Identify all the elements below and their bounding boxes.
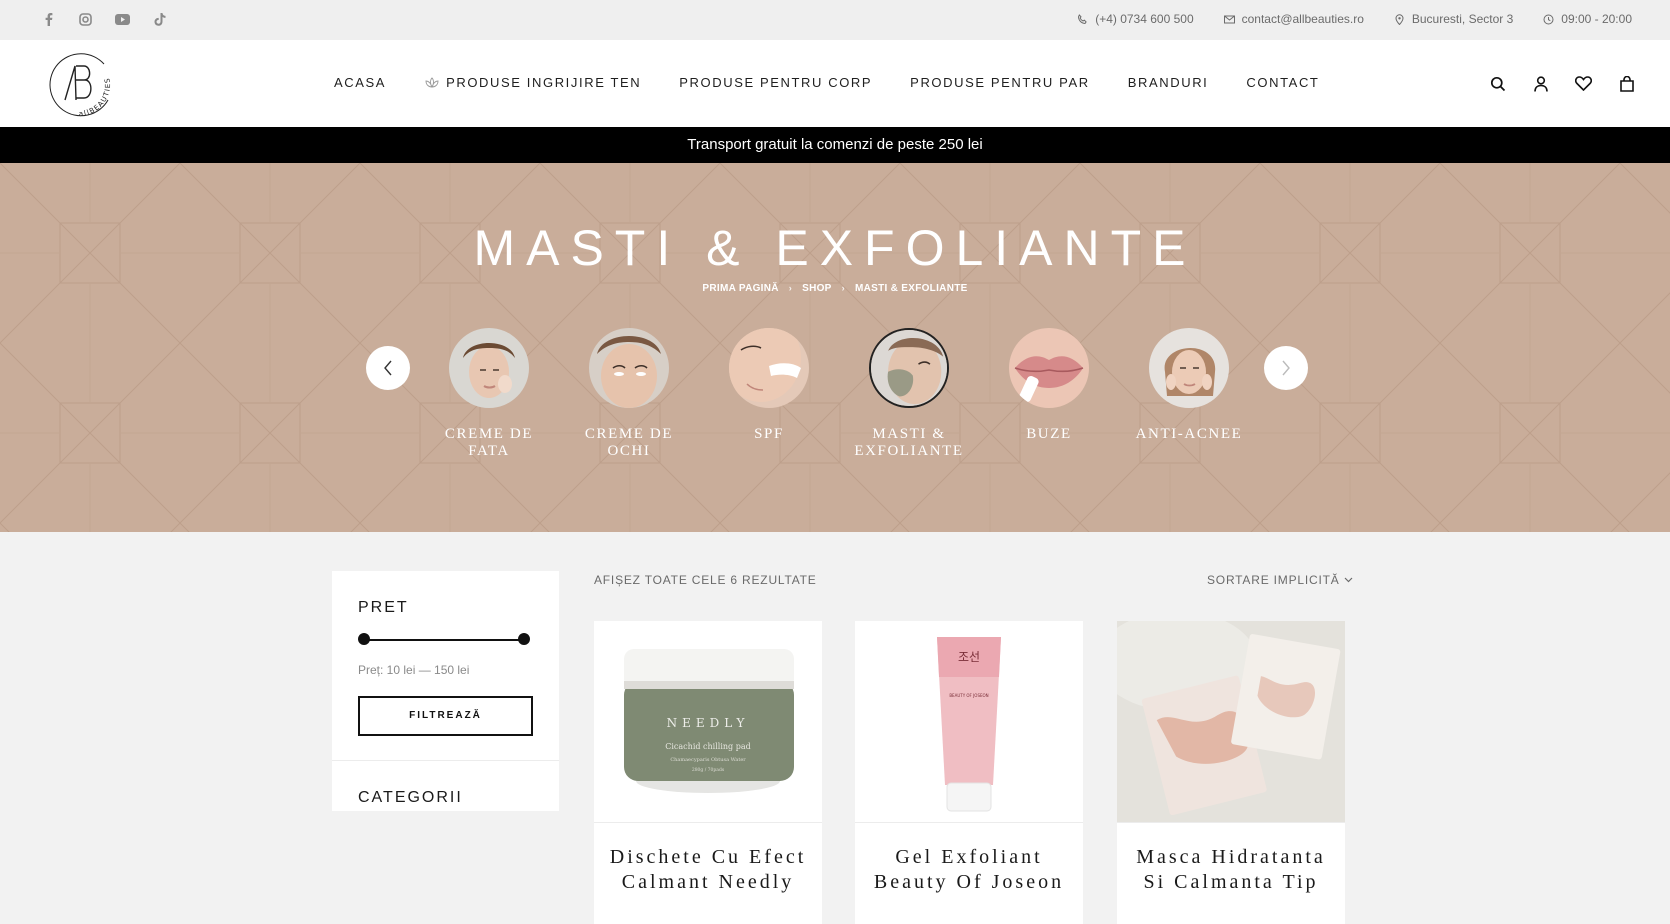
nav-branduri[interactable]: BRANDURI (1128, 75, 1209, 90)
chevron-left-icon (384, 360, 392, 376)
chevron-right-icon (1282, 360, 1290, 376)
results-count: AFIȘEZ TOATE CELE 6 REZULTATE (594, 573, 817, 587)
facebook-icon[interactable] (40, 11, 57, 28)
sort-label: SORTARE IMPLICITĂ (1207, 573, 1340, 587)
hours-info: 09:00 - 20:00 (1543, 12, 1632, 26)
phone-info[interactable]: (+4) 0734 600 500 (1077, 12, 1194, 26)
sort-dropdown[interactable]: SORTARE IMPLICITĂ (1207, 573, 1353, 587)
breadcrumb: PRIMA PAGINĂ › SHOP › MASTI & EXFOLIANTE (0, 283, 1670, 294)
location-text: Bucuresti, Sector 3 (1411, 12, 1514, 26)
lotus-icon (425, 76, 439, 88)
hours-text: 09:00 - 20:00 (1561, 12, 1632, 26)
product-name[interactable]: Masca Hidratanta Si Calmanta Tip (1117, 823, 1345, 895)
email-address: contact@allbeauties.ro (1241, 12, 1364, 26)
mail-icon (1223, 15, 1235, 23)
sidebar-divider (332, 760, 559, 761)
location-pin-icon (1395, 13, 1404, 25)
phone-number: (+4) 0734 600 500 (1095, 12, 1194, 26)
category-label: MASTI & EXFOLIANTE (854, 426, 964, 459)
category-label: ANTI-ACNEE (1135, 426, 1243, 442)
nav-produse-ingrijire-ten[interactable]: PRODUSE INGRIJIRE TEN (424, 75, 641, 90)
product-card[interactable]: NEEDLY Cicachid chilling pad Chamaecypar… (594, 621, 822, 924)
filter-button[interactable]: FILTREAZĂ (358, 696, 533, 736)
category-image (1009, 328, 1089, 408)
category-anti-acnee[interactable]: ANTI-ACNEE (1129, 328, 1249, 443)
clock-icon (1543, 14, 1554, 24)
category-image (1149, 328, 1229, 408)
svg-text:조선: 조선 (958, 650, 980, 664)
category-creme-de-fata[interactable]: CREME DE FATA (429, 328, 549, 460)
instagram-icon[interactable] (77, 11, 94, 28)
category-image (589, 328, 669, 408)
price-range-text: Preț: 10 lei — 150 lei (358, 663, 470, 677)
category-hero: MASTI & EXFOLIANTE PRIMA PAGINĂ › SHOP ›… (0, 163, 1670, 532)
category-image (869, 328, 949, 408)
svg-text:280g / 70pads: 280g / 70pads (692, 767, 725, 773)
chevron-down-icon (1344, 577, 1352, 583)
category-image (729, 328, 809, 408)
breadcrumb-shop[interactable]: SHOP (802, 283, 832, 294)
location-info: Bucuresti, Sector 3 (1394, 12, 1513, 26)
header-actions (1487, 73, 1637, 94)
site-header: allBEAUTIES ACASA PRODUSE INGRIJIRE TEN … (0, 40, 1670, 127)
cart-icon[interactable] (1616, 73, 1637, 94)
breadcrumb-separator-icon: › (841, 283, 845, 293)
youtube-icon[interactable] (114, 11, 131, 28)
category-spf[interactable]: SPF (709, 328, 829, 443)
promo-banner: Transport gratuit la comenzi de peste 25… (0, 127, 1670, 163)
breadcrumb-home[interactable]: PRIMA PAGINĂ (702, 283, 778, 294)
filter-sidebar: PRET Preț: 10 lei — 150 lei FILTREAZĂ CA… (332, 571, 559, 811)
page-title: MASTI & EXFOLIANTE (473, 220, 1197, 276)
product-image[interactable] (1117, 621, 1345, 822)
breadcrumb-current: MASTI & EXFOLIANTE (854, 283, 968, 294)
social-links (40, 11, 168, 28)
search-icon[interactable] (1487, 73, 1508, 94)
svg-text:Chamaecyparis Obtusa Water: Chamaecyparis Obtusa Water (670, 757, 746, 763)
category-masti-exfoliante[interactable]: MASTI & EXFOLIANTE (849, 328, 969, 460)
svg-text:BEAUTY OF JOSEON: BEAUTY OF JOSEON (949, 693, 988, 698)
site-logo[interactable]: allBEAUTIES (42, 48, 116, 122)
price-slider-max-handle[interactable] (518, 633, 530, 645)
product-card[interactable]: 조선 BEAUTY OF JOSEON Gel Exfoliant Beauty… (855, 621, 1083, 924)
nav-contact[interactable]: CONTACT (1246, 75, 1319, 90)
category-buze[interactable]: BUZE (989, 328, 1109, 443)
main-nav: ACASA PRODUSE INGRIJIRE TEN PRODUSE PENT… (334, 75, 1319, 90)
account-icon[interactable] (1530, 73, 1551, 94)
category-label: BUZE (1026, 426, 1072, 442)
category-label: SPF (754, 426, 784, 442)
category-creme-de-ochi[interactable]: CREME DE OCHI (569, 328, 689, 460)
promo-text: Transport gratuit la comenzi de peste 25… (687, 136, 983, 153)
product-name[interactable]: Dischete Cu Efect Calmant Needly (594, 823, 822, 895)
price-filter-title: PRET (358, 599, 409, 616)
nav-produse-pentru-corp[interactable]: PRODUSE PENTRU CORP (679, 75, 872, 90)
tiktok-icon[interactable] (151, 11, 168, 28)
contact-info: (+4) 0734 600 500 contact@allbeauties.ro… (1077, 12, 1632, 26)
svg-text:allBEAUTIES: allBEAUTIES (78, 76, 112, 118)
top-bar: (+4) 0734 600 500 contact@allbeauties.ro… (0, 0, 1670, 40)
category-label: CREME DE OCHI (584, 426, 674, 459)
wishlist-icon[interactable] (1573, 73, 1594, 94)
product-image[interactable]: 조선 BEAUTY OF JOSEON (855, 621, 1083, 822)
product-image[interactable]: NEEDLY Cicachid chilling pad Chamaecypar… (594, 621, 822, 822)
breadcrumb-separator-icon: › (788, 283, 793, 293)
svg-text:NEEDLY: NEEDLY (667, 716, 750, 730)
carousel-prev-button[interactable] (366, 346, 410, 390)
product-name[interactable]: Gel Exfoliant Beauty Of Joseon (855, 823, 1083, 895)
price-slider-min-handle[interactable] (358, 633, 370, 645)
price-slider-track[interactable] (364, 639, 524, 641)
email-info[interactable]: contact@allbeauties.ro (1223, 12, 1364, 26)
category-image (449, 328, 529, 408)
carousel-next-button[interactable] (1264, 346, 1308, 390)
svg-text:Cicachid chilling pad: Cicachid chilling pad (665, 742, 750, 751)
phone-icon (1078, 13, 1087, 24)
product-card[interactable]: Masca Hidratanta Si Calmanta Tip (1117, 621, 1345, 924)
category-label: CREME DE FATA (444, 426, 534, 459)
nav-acasa[interactable]: ACASA (334, 75, 386, 90)
categories-title: CATEGORII (358, 789, 463, 806)
nav-produse-pentru-par[interactable]: PRODUSE PENTRU PAR (910, 75, 1090, 90)
